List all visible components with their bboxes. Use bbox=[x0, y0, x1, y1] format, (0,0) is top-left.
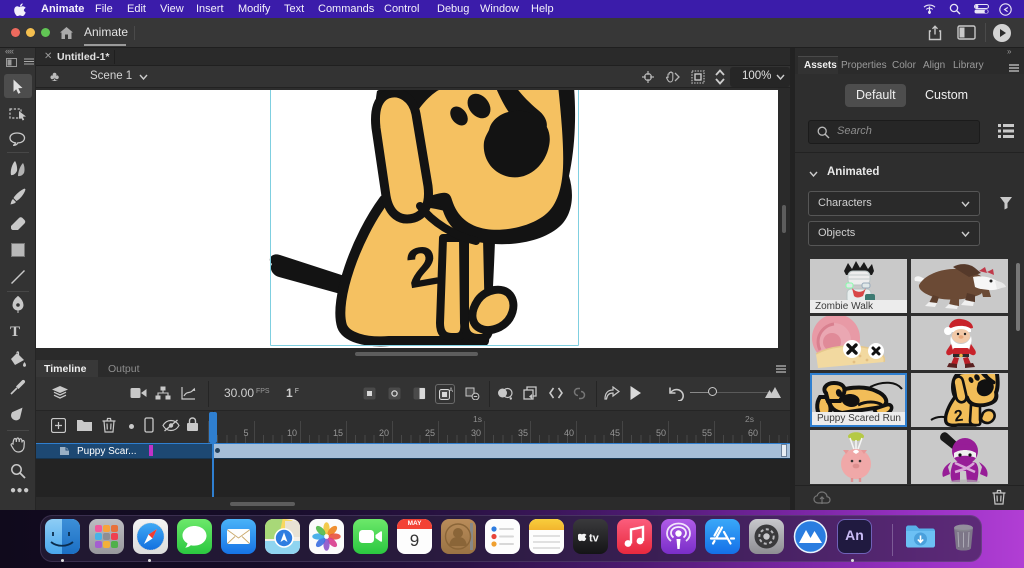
svg-text:A: A bbox=[449, 388, 453, 394]
svg-text:tv: tv bbox=[589, 533, 600, 545]
